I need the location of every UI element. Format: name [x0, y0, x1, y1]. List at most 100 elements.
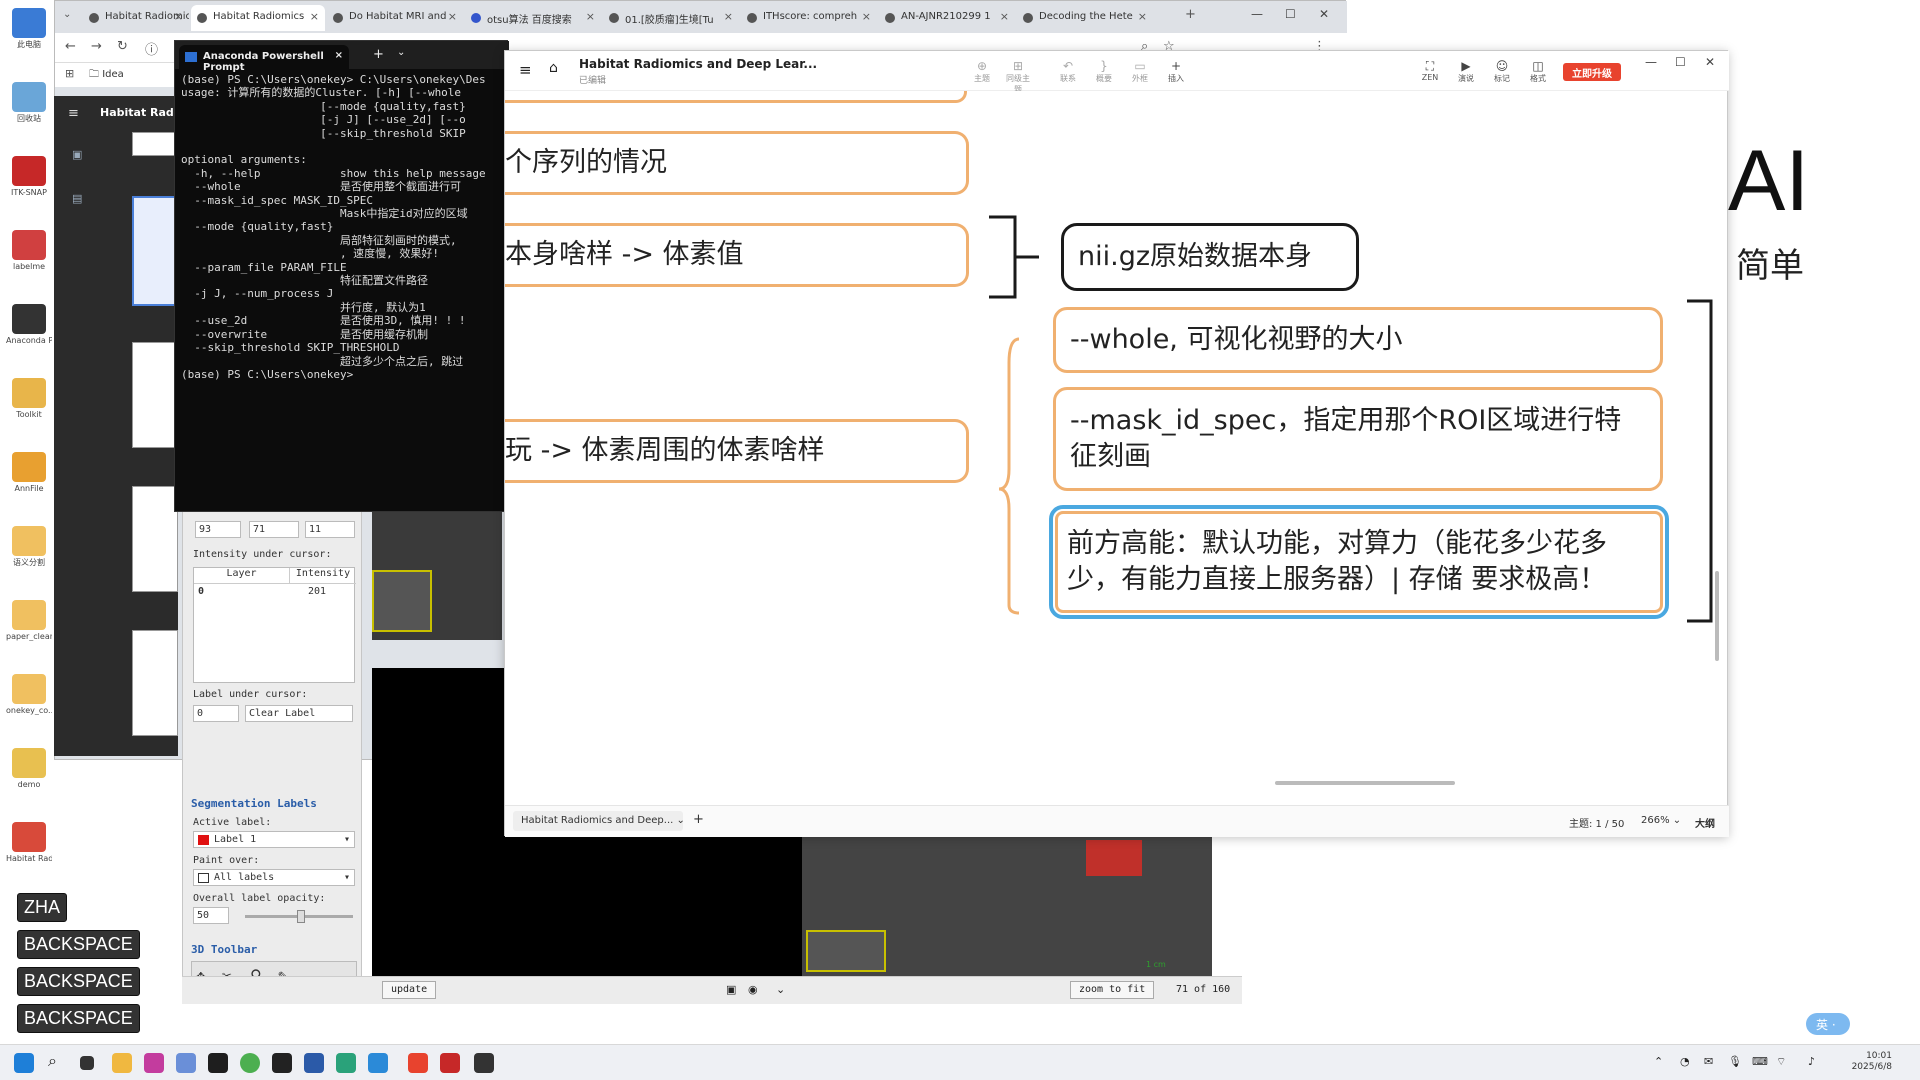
browser-tab-2[interactable]: Habitat Radiomics ×: [191, 5, 325, 31]
back-icon[interactable]: ←: [65, 39, 76, 54]
topic-node[interactable]: --whole, 可视化视野的大小: [1053, 307, 1663, 373]
hamburger-icon[interactable]: ≡: [519, 61, 532, 79]
tool-topic[interactable]: ⊕ 主题: [967, 59, 997, 84]
terminal-output[interactable]: (base) PS C:\Users\onekey> C:\Users\onek…: [181, 73, 507, 381]
coord-x-field[interactable]: 93: [195, 521, 241, 538]
coord-z-field[interactable]: 11: [305, 521, 355, 538]
vertical-scrollbar[interactable]: [1715, 571, 1719, 661]
file-explorer-icon[interactable]: [112, 1053, 132, 1073]
desktop-icon[interactable]: paper_clean: [6, 596, 52, 656]
xmind-icon[interactable]: [408, 1053, 428, 1073]
chrome-icon[interactable]: [240, 1053, 260, 1073]
zoom-thumbnail[interactable]: [806, 930, 886, 972]
terminal-icon[interactable]: [474, 1053, 494, 1073]
app-icon[interactable]: [368, 1053, 388, 1073]
app-icon[interactable]: [208, 1053, 228, 1073]
tool-marker[interactable]: ☺ 标记: [1487, 59, 1517, 84]
mic-icon[interactable]: 🎙: [1728, 1055, 1742, 1068]
topic-node-dark[interactable]: nii.gz原始数据本身: [1061, 223, 1359, 291]
browser-tab-5[interactable]: 01.[胶质瘤]生境[Tu ×: [603, 5, 739, 31]
browser-tab-4[interactable]: otsu算法 百度搜索 ×: [465, 5, 601, 31]
start-icon[interactable]: [14, 1053, 34, 1073]
browser-tab-8[interactable]: Decoding the Hete ×: [1017, 5, 1153, 31]
minimize-icon[interactable]: —: [1645, 55, 1657, 69]
page-thumbnail[interactable]: [132, 630, 178, 736]
topic-node[interactable]: --mask_id_spec，指定用那个ROI区域进行特征刻画: [1053, 387, 1663, 491]
close-tab-icon[interactable]: ×: [335, 50, 343, 61]
reload-icon[interactable]: ↻: [117, 39, 128, 54]
horizontal-scrollbar[interactable]: [1275, 781, 1455, 785]
tool-boundary[interactable]: ▭ 外框: [1125, 59, 1155, 84]
new-tab-button[interactable]: +: [1185, 7, 1196, 22]
upgrade-button[interactable]: 立即升级: [1563, 63, 1621, 81]
browser-tab-1[interactable]: Habitat Radiomics ×: [83, 5, 189, 31]
desktop-icon[interactable]: 此电脑: [6, 4, 52, 64]
mindmap-canvas[interactable]: 个序列的情况 本身啥样 -> 体素值 玩 -> 体素周围的体素啥样 nii.gz…: [505, 91, 1721, 805]
app-icon[interactable]: [272, 1053, 292, 1073]
zoom-level[interactable]: 266% ⌄: [1641, 815, 1681, 826]
layout-icon[interactable]: ▣: [726, 983, 736, 996]
bookmark-idea[interactable]: 🗀 Idea: [89, 67, 124, 84]
hamburger-icon[interactable]: ≡: [68, 106, 79, 121]
keyboard-icon[interactable]: ⌨: [1752, 1055, 1768, 1068]
clock[interactable]: 10:01 2025/6/8: [1846, 1051, 1892, 1073]
coord-y-field[interactable]: 71: [249, 521, 299, 538]
zoom-thumbnail[interactable]: [372, 570, 432, 632]
page-thumbnail[interactable]: [132, 132, 178, 156]
topic-node-selected[interactable]: 前方高能：默认功能，对算力（能花多少花多少，有能力直接上服务器）| 存储 要求极…: [1049, 505, 1669, 619]
close-icon[interactable]: ✕: [1705, 55, 1715, 69]
site-info-icon[interactable]: ⓘ: [145, 39, 158, 58]
app-icon[interactable]: [144, 1053, 164, 1073]
desktop-icon[interactable]: Habitat Radiomics...: [6, 818, 52, 878]
desktop-icon[interactable]: onekey_co...: [6, 670, 52, 730]
browser-tab-7[interactable]: AN-AJNR210299 1 ×: [879, 5, 1015, 31]
ime-indicator[interactable]: 英 ·: [1806, 1013, 1850, 1035]
active-label-select[interactable]: Label 1 ▾: [193, 831, 355, 848]
add-sheet-icon[interactable]: +: [693, 812, 704, 827]
outline-view-icon[interactable]: ▤: [72, 192, 82, 205]
tool-zen[interactable]: ⛶ ZEN: [1415, 59, 1445, 82]
page-thumbnail[interactable]: [132, 342, 178, 448]
itksnap-icon[interactable]: [440, 1053, 460, 1073]
paint-over-select[interactable]: All labels ▾: [193, 869, 355, 886]
desktop-icon[interactable]: Anaconda Powersh...: [6, 300, 52, 360]
desktop-icon[interactable]: labelme: [6, 226, 52, 286]
page-thumbnail-selected[interactable]: [132, 196, 178, 306]
browser-tab-6[interactable]: ITHscore: compreh ×: [741, 5, 877, 31]
apps-grid-icon[interactable]: ⊞: [65, 67, 74, 80]
sheet-tab[interactable]: Habitat Radiomics and Deep... ⌄: [513, 811, 683, 831]
task-view-icon[interactable]: [80, 1056, 94, 1070]
zoom-to-fit-button[interactable]: zoom to fit: [1070, 981, 1155, 999]
home-icon[interactable]: ⌂: [549, 60, 558, 76]
outline-button[interactable]: 大纲: [1695, 815, 1715, 830]
app-icon[interactable]: [176, 1053, 196, 1073]
desktop-icon[interactable]: Toolkit: [6, 374, 52, 434]
update-button[interactable]: update: [382, 981, 437, 999]
tool-insert[interactable]: + 插入: [1161, 59, 1191, 84]
maximize-icon[interactable]: ☐: [1675, 55, 1686, 69]
close-icon[interactable]: ✕: [1319, 7, 1329, 21]
tray-chevron-icon[interactable]: ⌃: [1654, 1055, 1663, 1068]
thumbnail-view-icon[interactable]: ▣: [72, 148, 82, 161]
network-icon[interactable]: ◔: [1680, 1055, 1690, 1068]
desktop-icon[interactable]: 语义分割: [6, 522, 52, 582]
desktop-icon[interactable]: 回收站: [6, 78, 52, 138]
wechat-icon[interactable]: ✉: [1704, 1055, 1713, 1068]
chevron-down-icon[interactable]: ⌄: [776, 983, 785, 996]
powershell-tab[interactable]: Anaconda Powershell Prompt ×: [179, 45, 349, 73]
slice-view-lower[interactable]: 1 cm: [802, 832, 1212, 976]
slice-view-upper[interactable]: [372, 510, 502, 640]
search-icon[interactable]: ⌕: [48, 1051, 68, 1071]
opacity-value-field[interactable]: 50: [193, 907, 229, 924]
page-thumbnail[interactable]: [132, 486, 178, 592]
opacity-slider[interactable]: [245, 910, 353, 923]
opacity-slider-handle[interactable]: [297, 910, 305, 923]
app-icon[interactable]: [304, 1053, 324, 1073]
minimize-icon[interactable]: —: [1251, 7, 1263, 21]
tool-summary[interactable]: } 概要: [1089, 59, 1119, 84]
chevron-down-icon[interactable]: ⌄: [397, 47, 405, 58]
app-icon[interactable]: [336, 1053, 356, 1073]
forward-icon[interactable]: →: [91, 39, 102, 54]
desktop-icon[interactable]: ITK-SNAP: [6, 152, 52, 212]
new-terminal-tab-icon[interactable]: +: [373, 47, 384, 62]
